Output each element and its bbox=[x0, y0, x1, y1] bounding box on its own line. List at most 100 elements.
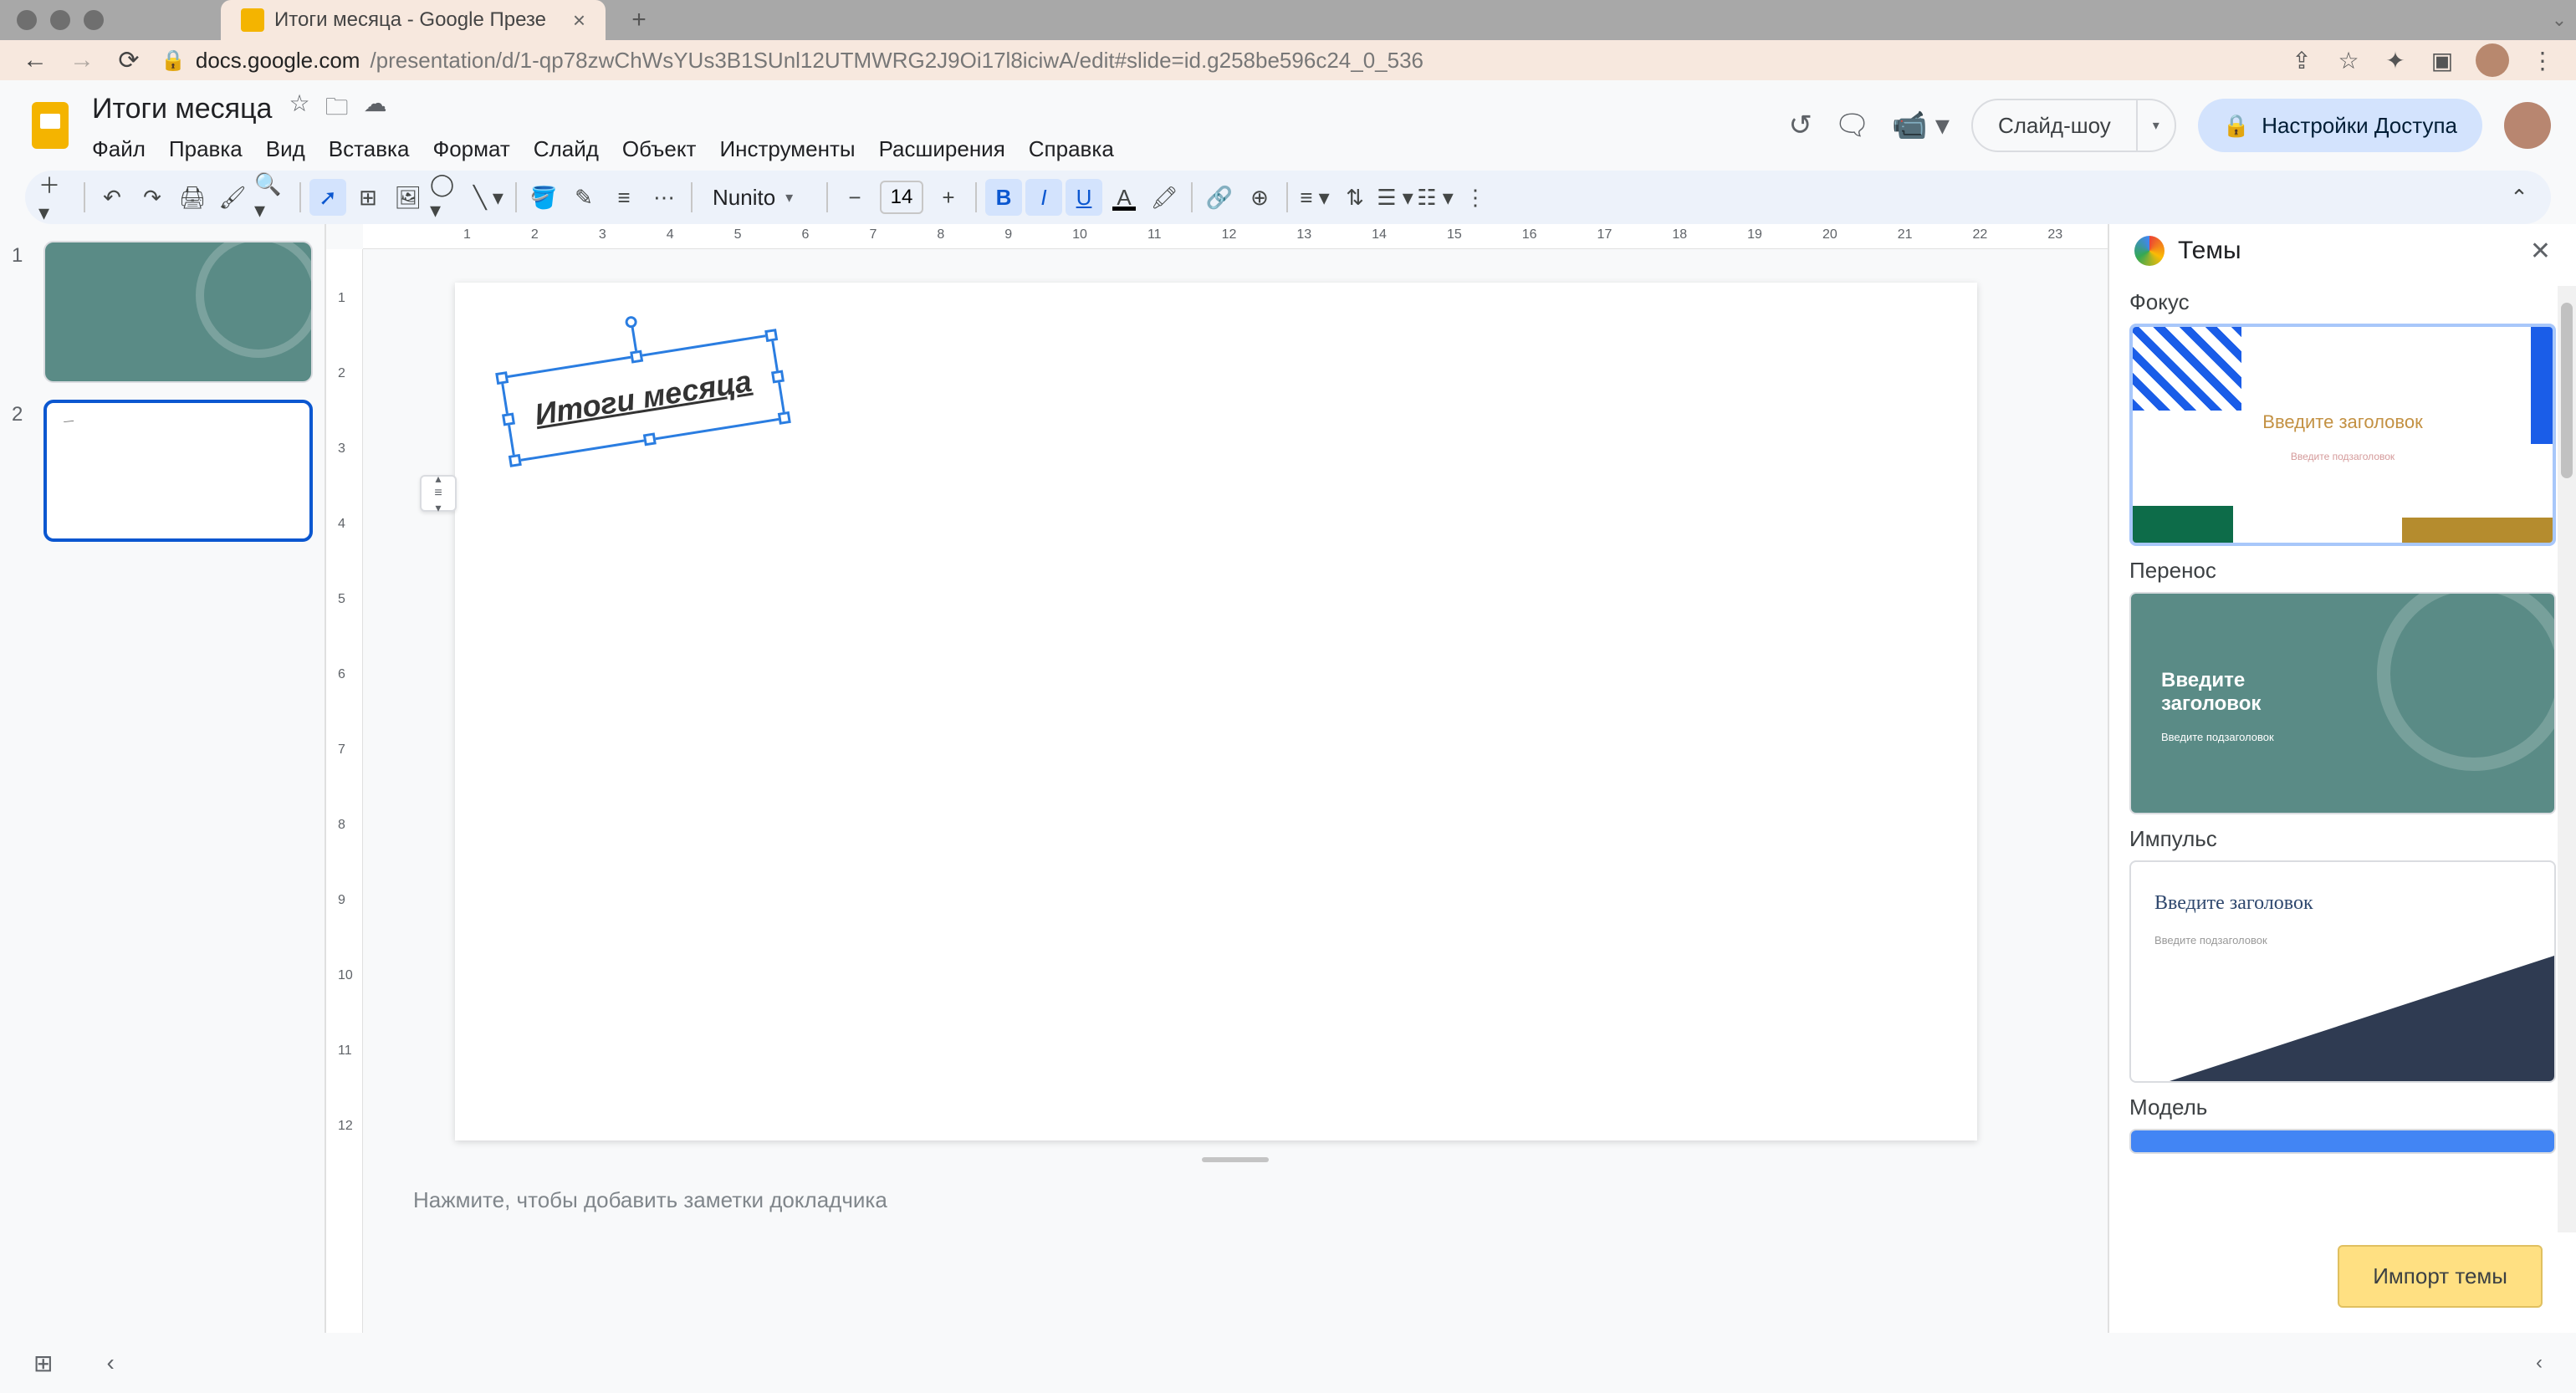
new-slide-button[interactable]: ＋ ▾ bbox=[38, 179, 75, 216]
back-button[interactable]: ← bbox=[20, 45, 50, 75]
show-sidepanel-icon[interactable]: ‹ bbox=[2536, 1351, 2543, 1375]
slide-thumb-2[interactable]: — bbox=[43, 400, 313, 542]
slideshow-button[interactable]: Слайд-шоу ▾ bbox=[1971, 99, 2176, 152]
resize-handle-ml[interactable] bbox=[502, 412, 515, 426]
import-theme-button[interactable]: Импорт темы bbox=[2338, 1245, 2543, 1308]
tabs-overflow-icon[interactable]: ⌄ bbox=[2543, 5, 2576, 35]
fill-color-button[interactable]: 🪣 bbox=[525, 179, 562, 216]
menu-slide[interactable]: Слайд bbox=[534, 136, 599, 162]
line-tool[interactable]: ╲ ▾ bbox=[470, 179, 507, 216]
tab-close-icon[interactable]: × bbox=[573, 8, 585, 33]
undo-button[interactable]: ↶ bbox=[94, 179, 130, 216]
bold-button[interactable]: B bbox=[985, 179, 1022, 216]
slides-logo[interactable] bbox=[25, 100, 75, 151]
fit-text-widget[interactable]: ▴ ≡ ▾ bbox=[420, 475, 457, 512]
profile-avatar-small[interactable] bbox=[2476, 43, 2509, 77]
extensions-icon[interactable]: ✦ bbox=[2382, 47, 2409, 74]
selected-textbox[interactable]: Итоги месяца bbox=[500, 334, 786, 462]
minimize-window[interactable] bbox=[50, 10, 70, 30]
fontsize-decrease[interactable]: − bbox=[836, 179, 873, 216]
menu-format[interactable]: Формат bbox=[432, 136, 509, 162]
highlight-color-button[interactable]: 🖍 bbox=[1146, 179, 1183, 216]
theme-card-perenos[interactable]: Введите заголовок Введите подзаголовок bbox=[2129, 592, 2556, 814]
profile-avatar[interactable] bbox=[2504, 102, 2551, 149]
share-button[interactable]: 🔒 Настройки Доступа bbox=[2198, 99, 2482, 152]
star-icon[interactable]: ☆ bbox=[289, 89, 309, 130]
slide-thumb-1[interactable] bbox=[43, 241, 313, 383]
resize-handle-tm[interactable] bbox=[630, 350, 643, 364]
slideshow-dropdown-icon[interactable]: ▾ bbox=[2136, 100, 2175, 151]
browser-tab[interactable]: Итоги месяца - Google Презе × bbox=[221, 0, 606, 40]
notes-resize-handle[interactable] bbox=[1202, 1157, 1269, 1162]
resize-handle-bl[interactable] bbox=[509, 454, 522, 467]
print-button[interactable]: 🖨 bbox=[174, 179, 211, 216]
bullet-list-button[interactable]: ☰ ▾ bbox=[1377, 179, 1413, 216]
comments-icon[interactable]: 🗨 bbox=[1834, 109, 1870, 142]
resize-handle-bm[interactable] bbox=[643, 432, 657, 446]
align-button[interactable]: ≡ ▾ bbox=[1296, 179, 1333, 216]
textbox-text[interactable]: Итоги месяца bbox=[532, 364, 754, 432]
browser-menu-icon[interactable]: ⋮ bbox=[2529, 47, 2556, 74]
redo-button[interactable]: ↷ bbox=[134, 179, 171, 216]
move-icon[interactable]: 🗀 bbox=[325, 89, 349, 130]
themes-scrollbar[interactable] bbox=[2558, 286, 2576, 1232]
maximize-window[interactable] bbox=[84, 10, 104, 30]
paint-format-button[interactable]: 🖌 bbox=[214, 179, 251, 216]
sidepanel-icon[interactable]: ▣ bbox=[2429, 47, 2456, 74]
meet-icon[interactable]: 📹 ▾ bbox=[1892, 109, 1950, 142]
window-controls[interactable] bbox=[17, 10, 104, 30]
history-icon[interactable]: ↺ bbox=[1788, 109, 1812, 142]
resize-handle-tl[interactable] bbox=[495, 371, 509, 385]
resize-handle-tr[interactable] bbox=[764, 329, 778, 342]
theme-card-focus[interactable]: Введите заголовок Введите подзаголовок bbox=[2129, 324, 2556, 546]
cloud-status-icon[interactable]: ☁ bbox=[364, 89, 387, 130]
ruler-horizontal[interactable]: 123456789101112131415161718192021222324 bbox=[363, 224, 2108, 249]
add-comment-button[interactable]: ⊕ bbox=[1241, 179, 1278, 216]
select-tool[interactable]: ➚ bbox=[309, 179, 346, 216]
font-family-select[interactable]: Nunito ▾ bbox=[701, 185, 818, 211]
doc-title[interactable]: Итоги месяца bbox=[92, 93, 272, 125]
shape-tool[interactable]: ◯ ▾ bbox=[430, 179, 467, 216]
close-panel-icon[interactable]: ✕ bbox=[2530, 237, 2551, 266]
theme-card-model[interactable] bbox=[2129, 1129, 2556, 1154]
scrollbar-thumb[interactable] bbox=[2561, 303, 2573, 478]
textbox-tool[interactable]: ⊞ bbox=[350, 179, 386, 216]
slide-canvas[interactable]: ▴ ≡ ▾ bbox=[455, 283, 1977, 1140]
resize-handle-br[interactable] bbox=[778, 411, 791, 425]
text-color-button[interactable]: A bbox=[1106, 179, 1142, 216]
border-weight-button[interactable]: ≡ bbox=[606, 179, 642, 216]
menu-tools[interactable]: Инструменты bbox=[719, 136, 855, 162]
border-color-button[interactable]: ✎ bbox=[565, 179, 602, 216]
insert-link-button[interactable]: 🔗 bbox=[1201, 179, 1238, 216]
numbered-list-button[interactable]: ☷ ▾ bbox=[1417, 179, 1454, 216]
menu-extensions[interactable]: Расширения bbox=[879, 136, 1005, 162]
fontsize-input[interactable]: 14 bbox=[880, 181, 923, 214]
explore-icon[interactable]: ⊞ bbox=[33, 1350, 53, 1377]
share-page-icon[interactable]: ⇪ bbox=[2288, 47, 2315, 74]
underline-button[interactable]: U bbox=[1066, 179, 1102, 216]
filmstrip[interactable]: 1 2 — bbox=[0, 224, 326, 1333]
address-bar[interactable]: 🔒 docs.google.com/presentation/d/1-qp78z… bbox=[161, 48, 2272, 74]
menu-file[interactable]: Файл bbox=[92, 136, 146, 162]
speaker-notes[interactable]: Нажмите, чтобы добавить заметки докладчи… bbox=[363, 1179, 2108, 1226]
more-tools-button[interactable]: ⋮ bbox=[1457, 179, 1494, 216]
close-window[interactable] bbox=[17, 10, 37, 30]
resize-handle-mr[interactable] bbox=[771, 370, 785, 383]
line-spacing-button[interactable]: ⇅ bbox=[1337, 179, 1373, 216]
new-tab-button[interactable]: + bbox=[619, 5, 659, 35]
menu-insert[interactable]: Вставка bbox=[329, 136, 410, 162]
reload-button[interactable]: ⟳ bbox=[114, 45, 144, 75]
forward-button[interactable]: → bbox=[67, 45, 97, 75]
rotate-handle[interactable] bbox=[625, 315, 638, 329]
menu-object[interactable]: Объект bbox=[622, 136, 697, 162]
image-tool[interactable]: 🖼 bbox=[390, 179, 427, 216]
zoom-button[interactable]: 🔍 ▾ bbox=[254, 179, 291, 216]
bookmark-icon[interactable]: ☆ bbox=[2335, 47, 2362, 74]
fontsize-increase[interactable]: + bbox=[930, 179, 967, 216]
menu-view[interactable]: Вид bbox=[266, 136, 305, 162]
border-dash-button[interactable]: ⋯ bbox=[646, 179, 682, 216]
collapse-toolbar-button[interactable]: ⌃ bbox=[2501, 179, 2538, 216]
theme-card-impulse[interactable]: Введите заголовок Введите подзаголовок bbox=[2129, 860, 2556, 1083]
menu-help[interactable]: Справка bbox=[1029, 136, 1114, 162]
collapse-filmstrip-icon[interactable]: ‹ bbox=[106, 1350, 114, 1376]
